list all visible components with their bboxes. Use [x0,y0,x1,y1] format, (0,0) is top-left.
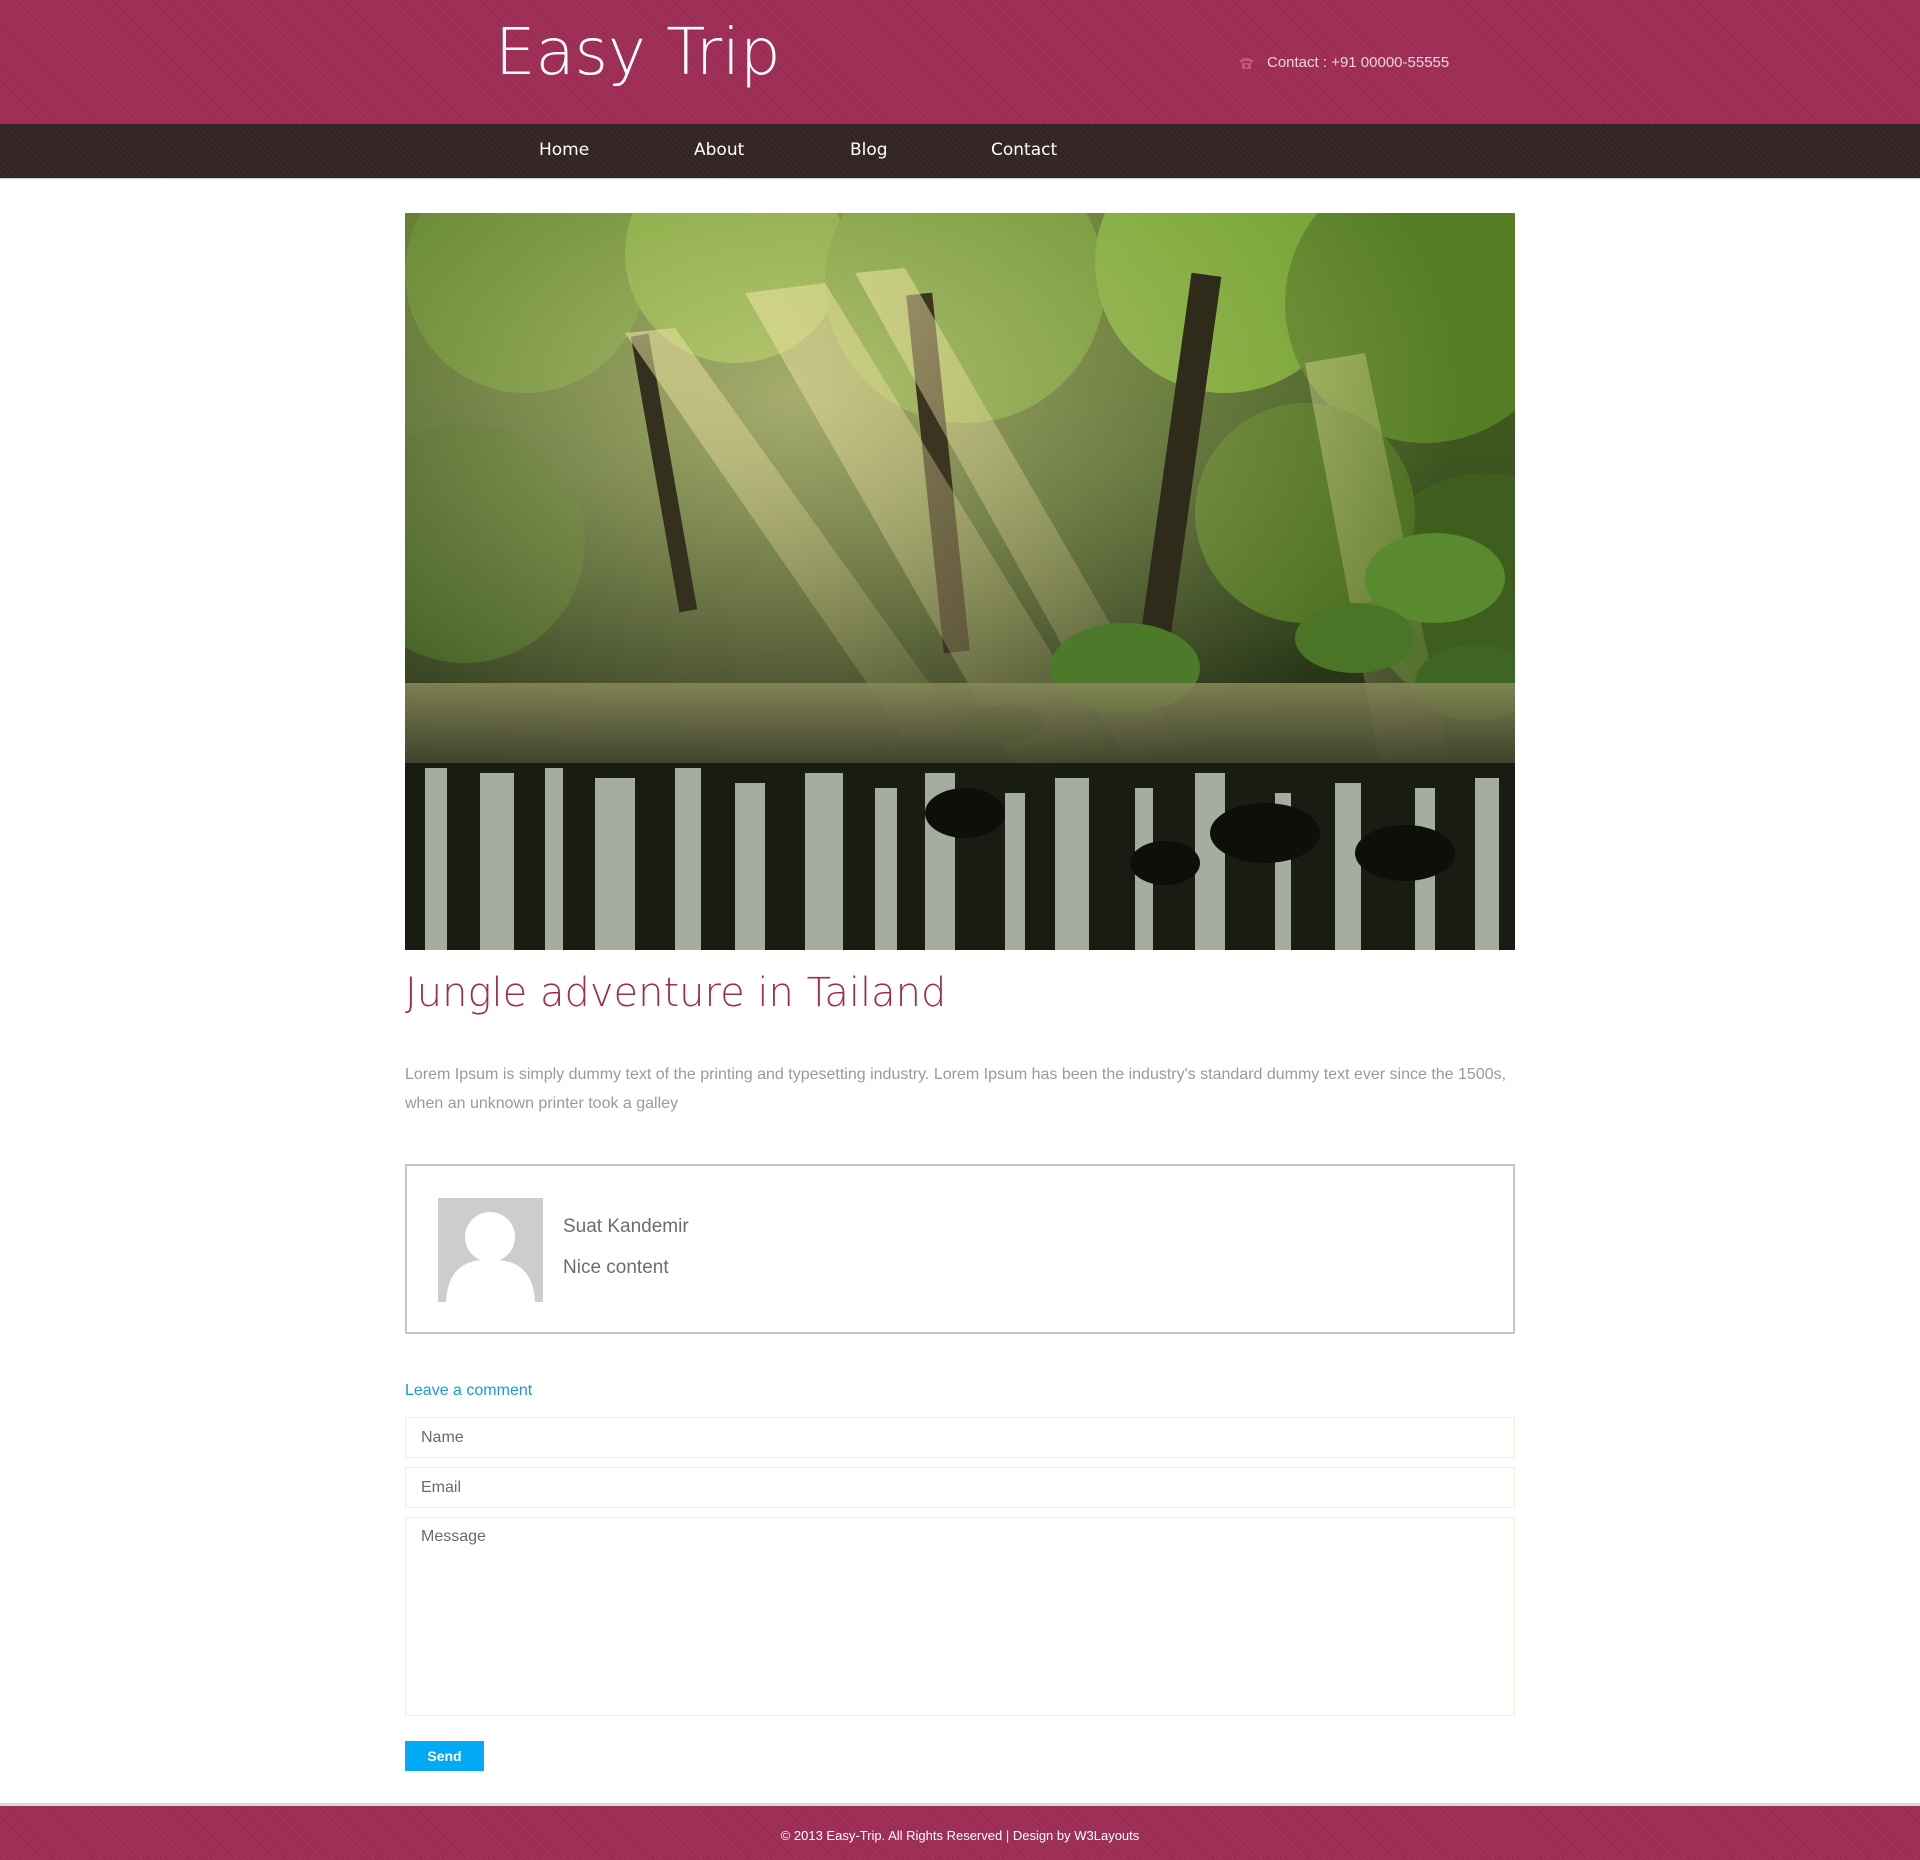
message-field[interactable] [405,1517,1515,1716]
main-nav: Home About Blog Contact [0,124,1920,179]
email-field[interactable] [405,1467,1515,1508]
send-button[interactable]: Send [405,1741,484,1771]
site-footer: © 2013 Easy-Trip. All Rights Reserved | … [0,1803,1920,1860]
phone-icon [1239,57,1254,69]
nav-about[interactable]: About [694,140,744,160]
comment-author: Suat Kandemir [563,1216,689,1237]
default-avatar-icon [438,1198,543,1302]
comment-text: Nice content [563,1257,669,1278]
post-body: Lorem Ipsum is simply dummy text of the … [405,1066,1507,1112]
contact-info: Contact : +91 00000-55555 [1238,54,1449,71]
site-logo[interactable]: Easy Trip [495,16,781,90]
footer-copyright: © 2013 Easy-Trip. All Rights Reserved | … [780,1828,1140,1843]
nav-contact[interactable]: Contact [991,140,1057,160]
site-header: Easy Trip Contact : +91 00000-55555 [0,0,1920,124]
name-field[interactable] [405,1417,1515,1458]
post-title: Jungle adventure in Tailand [405,970,947,1016]
leave-comment-heading: Leave a comment [405,1382,533,1399]
contact-text: Contact : +91 00000-55555 [1267,54,1450,71]
jungle-waterfall-photo [405,213,1515,950]
nav-blog[interactable]: Blog [850,140,888,160]
nav-home[interactable]: Home [539,140,589,160]
post-image [405,213,1515,950]
comment-card: Suat Kandemir Nice content [405,1164,1515,1334]
